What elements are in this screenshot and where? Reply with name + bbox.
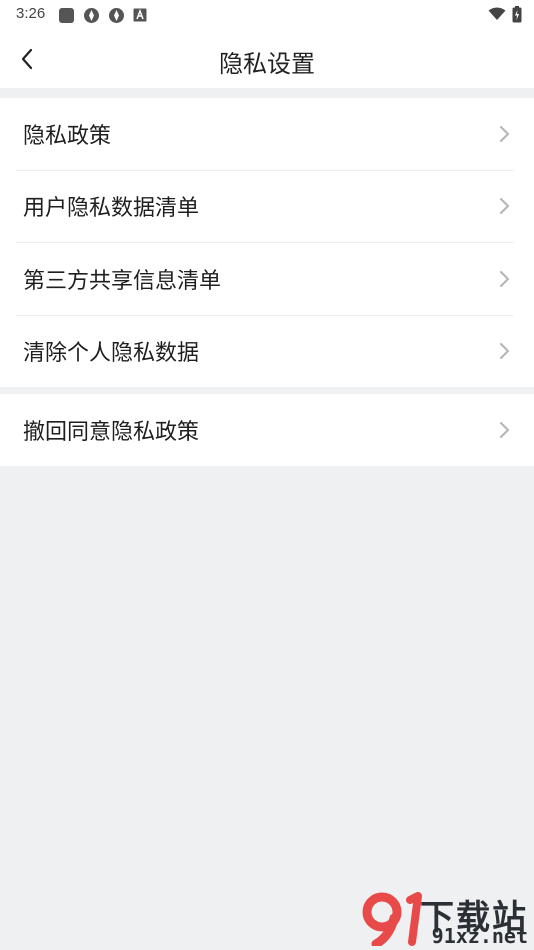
revoke-consent-row[interactable]: 撤回同意隐私政策 [0,394,534,466]
nav-bar: 隐私设置 [0,30,534,88]
square-icon [59,8,74,23]
user-privacy-data-list-row[interactable]: 用户隐私数据清单 [0,171,534,243]
status-bar: 3:26 [0,0,534,30]
chevron-right-icon [500,125,509,142]
status-time: 3:26 [16,5,46,22]
chevron-right-icon [500,343,509,360]
row-label: 清除个人隐私数据 [23,341,200,367]
watermark-logo-icon [362,892,422,946]
battery-icon [512,5,522,22]
page-title: 隐私设置 [219,50,315,78]
chevron-right-icon [500,421,509,438]
watermark: 下载站 91xz.net [360,890,530,948]
row-label: 隐私政策 [23,123,112,149]
chevron-right-icon [500,270,509,287]
wifi-icon [488,7,506,20]
chevron-right-icon [500,198,509,215]
a-box-icon [133,8,147,22]
watermark-url: 91xz.net [431,924,528,948]
settings-group-revoke: 撤回同意隐私政策 [0,394,534,466]
row-label: 第三方共享信息清单 [23,268,222,294]
row-label: 用户隐私数据清单 [23,196,200,222]
circle-logo-icon [84,8,99,23]
row-label: 撤回同意隐私政策 [23,419,200,445]
settings-group-main: 隐私政策 用户隐私数据清单 第三方共享信息清单 清除个人隐私数据 [0,98,534,387]
privacy-policy-row[interactable]: 隐私政策 [0,98,534,170]
status-right [488,5,522,23]
third-party-sharing-list-row[interactable]: 第三方共享信息清单 [0,243,534,315]
clear-personal-data-row[interactable]: 清除个人隐私数据 [0,316,534,388]
circle-logo-icon [109,8,124,23]
